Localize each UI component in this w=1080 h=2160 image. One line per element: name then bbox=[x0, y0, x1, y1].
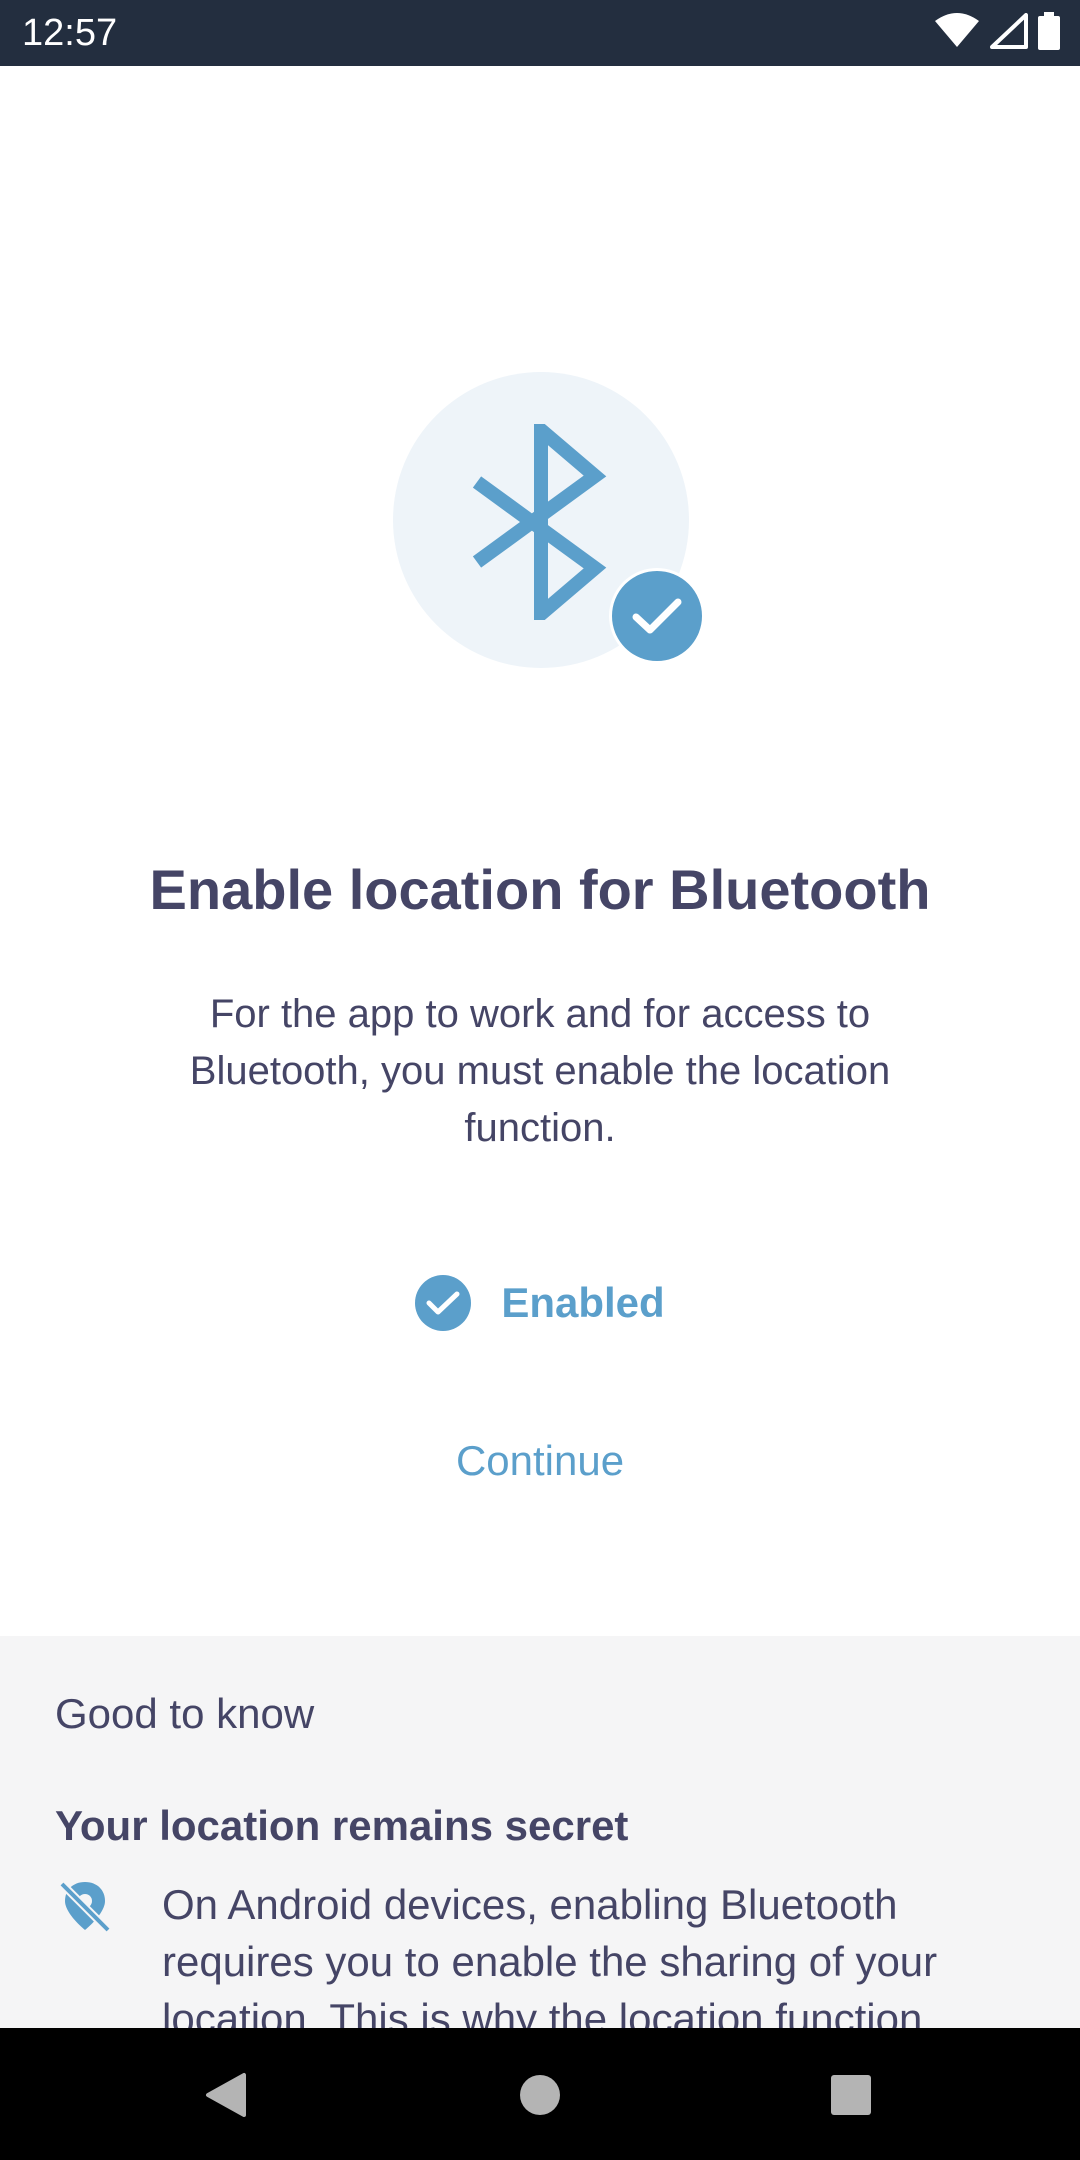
bluetooth-icon bbox=[472, 424, 607, 620]
page-title: Enable location for Bluetooth bbox=[149, 858, 931, 921]
location-status: Enabled bbox=[0, 1272, 1080, 1334]
info-section: Good to know Your location remains secre… bbox=[0, 1636, 1080, 2028]
hero-illustration bbox=[393, 372, 705, 668]
info-heading: Good to know bbox=[55, 1690, 315, 1737]
hero-check-badge bbox=[609, 568, 705, 664]
home-button[interactable] bbox=[495, 2050, 585, 2140]
navigation-bar bbox=[0, 2028, 1080, 2160]
info-subheading: Your location remains secret bbox=[55, 1802, 629, 1849]
info-text: On Android devices, enabling Bluetooth r… bbox=[162, 1881, 938, 2028]
back-button[interactable] bbox=[181, 2050, 271, 2140]
page-description: For the app to work and for access to Bl… bbox=[189, 992, 891, 1150]
status-bar: 12:57 bbox=[0, 0, 1080, 66]
status-label: Enabled bbox=[501, 1279, 665, 1326]
screen: 12:57 Enable location for Bluetooth For … bbox=[0, 0, 1080, 2160]
recents-icon bbox=[831, 2075, 871, 2115]
continue-button[interactable]: Continue bbox=[390, 1424, 690, 1498]
status-icons bbox=[934, 11, 1060, 55]
home-icon bbox=[520, 2075, 560, 2115]
back-icon bbox=[206, 2073, 246, 2117]
cell-signal-icon bbox=[990, 12, 1028, 54]
status-time: 12:57 bbox=[22, 12, 118, 54]
check-icon bbox=[632, 598, 682, 634]
wifi-icon bbox=[934, 12, 980, 54]
check-circle-icon bbox=[415, 1275, 472, 1331]
battery-icon bbox=[1038, 11, 1060, 55]
recents-button[interactable] bbox=[806, 2050, 896, 2140]
location-off-icon bbox=[58, 1878, 112, 1939]
